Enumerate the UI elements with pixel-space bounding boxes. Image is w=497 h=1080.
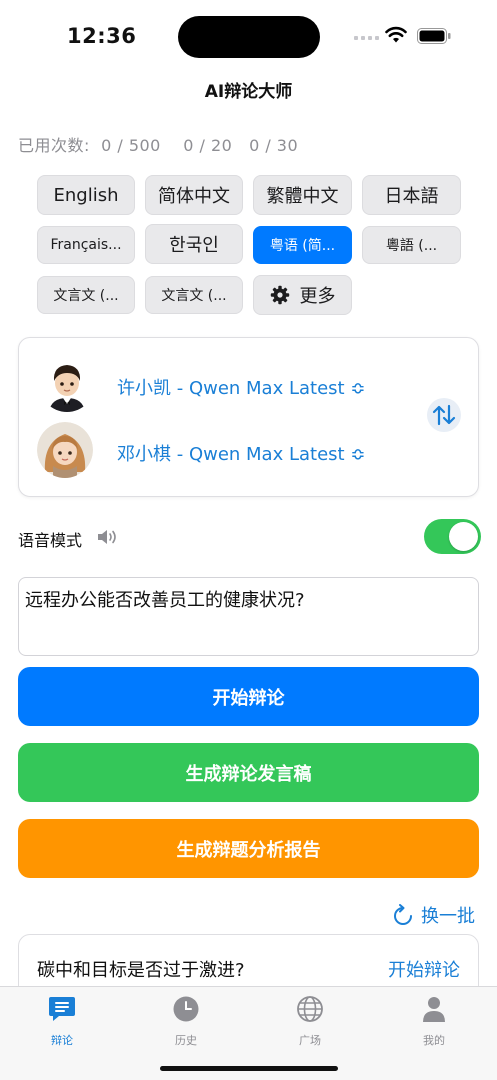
lang-classical-chinese-button-1[interactable]: 文言文 (...: [37, 276, 135, 314]
generate-speech-button[interactable]: 生成辩论发言稿: [18, 743, 479, 802]
clock-icon: [173, 996, 199, 1022]
tab-plaza[interactable]: 广场: [270, 995, 350, 1048]
cellular-signal-icon: [354, 36, 379, 40]
refresh-icon: [394, 904, 412, 925]
lang-classical-chinese-button-2[interactable]: 文言文 (...: [145, 276, 243, 314]
usage-counts: 0 / 500 0 / 20 0 / 30: [101, 136, 299, 155]
chat-bubble-icon: [49, 997, 75, 1021]
refresh-suggestions-button[interactable]: 换一批: [393, 902, 475, 928]
debater-second-selector[interactable]: 邓小棋 - Qwen Max Latest ≎: [117, 440, 365, 466]
tab-profile[interactable]: 我的: [394, 995, 474, 1048]
debater-avatar-boy: [39, 356, 95, 412]
swap-debaters-button[interactable]: [427, 398, 461, 432]
gear-icon: [270, 285, 289, 305]
dynamic-island: [178, 16, 320, 58]
tab-history[interactable]: 历史: [146, 995, 226, 1048]
battery-icon: [417, 28, 451, 44]
toggle-knob: [449, 522, 478, 551]
tab-plaza-label: 广场: [299, 1034, 321, 1047]
lang-japanese-button[interactable]: 日本語: [362, 175, 461, 215]
status-time: 12:36: [67, 24, 137, 48]
lang-korean-button[interactable]: 한국인: [145, 224, 243, 264]
generate-report-button[interactable]: 生成辩题分析报告: [18, 819, 479, 878]
lang-traditional-chinese-button[interactable]: 繁體中文: [253, 175, 352, 215]
suggested-topic-start-link[interactable]: 开始辩论: [388, 956, 460, 982]
debater-card: 许小凯 - Qwen Max Latest ≎ 邓小棋 - Qwen Max L…: [18, 337, 479, 497]
tab-profile-label: 我的: [423, 1034, 445, 1047]
usage-label: 已用次数:: [18, 136, 90, 155]
more-languages-label: 更多: [299, 286, 336, 307]
app-title: AI辩论大师: [204, 82, 293, 102]
debate-topic-input[interactable]: 远程办公能否改善员工的健康状况?: [18, 577, 479, 656]
tab-debate-label: 辩论: [51, 1034, 73, 1047]
tab-debate[interactable]: 辩论: [22, 995, 102, 1048]
voice-mode-toggle[interactable]: [424, 519, 481, 554]
status-bar: 12:36: [0, 0, 497, 70]
speaker-icon: [98, 530, 116, 544]
more-languages-button[interactable]: 更多: [253, 275, 352, 315]
wifi-icon: [385, 26, 407, 43]
swap-arrows-icon: [432, 404, 456, 426]
lang-english-button[interactable]: English: [37, 175, 135, 215]
globe-icon: [297, 996, 323, 1022]
tab-history-label: 历史: [175, 1034, 197, 1047]
suggested-topic-question: 碳中和目标是否过于激进?: [37, 960, 245, 981]
lang-simplified-chinese-button[interactable]: 简体中文: [145, 175, 243, 215]
refresh-label: 换一批: [421, 906, 475, 927]
lang-french-button[interactable]: Français...: [37, 226, 135, 264]
lang-cantonese-traditional-button[interactable]: 粵語 (...: [362, 226, 461, 264]
debater-avatar-girl: [37, 422, 93, 478]
debater-first-selector[interactable]: 许小凯 - Qwen Max Latest ≎: [117, 374, 365, 400]
lang-cantonese-simplified-button[interactable]: 粤语 (简...: [253, 226, 352, 264]
home-indicator: [160, 1066, 338, 1071]
voice-mode-label: 语音模式: [18, 531, 83, 550]
person-icon: [423, 997, 445, 1022]
start-debate-button[interactable]: 开始辩论: [18, 667, 479, 726]
usage-counter: 已用次数: 0 / 500 0 / 20 0 / 30: [18, 132, 298, 156]
